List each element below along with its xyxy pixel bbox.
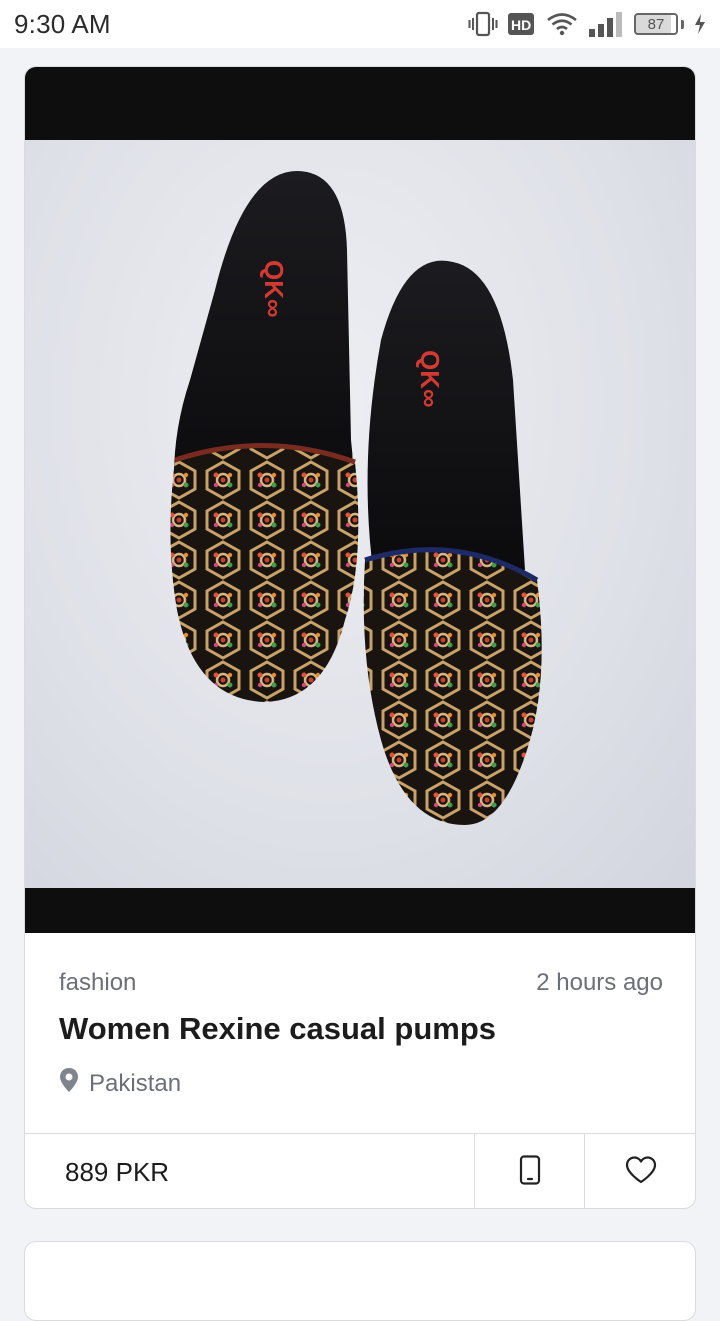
listing-price: 889 PKR [25,1134,475,1208]
vibrate-icon [468,11,498,37]
listing-time: 2 hours ago [536,969,663,996]
location-text: Pakistan [89,1069,182,1097]
hd-icon: HD [508,12,536,36]
listing-card[interactable]: QK∞ QK∞ fashion 2 hours ago Women Rexine… [24,66,696,1209]
battery-level: 87 [634,13,678,35]
wifi-icon [546,12,578,36]
favorite-button[interactable] [585,1134,695,1208]
product-image: QK∞ QK∞ [25,140,695,888]
listing-footer: 889 PKR [25,1133,695,1208]
listing-category: fashion [59,969,137,996]
signal-icon [588,11,624,37]
hd-text: HD [511,17,531,33]
listing-photo[interactable]: QK∞ QK∞ [25,67,695,933]
next-listing-card[interactable] [24,1241,696,1321]
charging-icon [694,14,706,34]
status-bar: 9:30 AM HD 87 [0,0,720,48]
price-text: 889 PKR [65,1156,170,1187]
listing-title[interactable]: Women Rexine casual pumps [59,1011,496,1047]
listing-location: Pakistan [59,1067,181,1100]
svg-text:QK∞: QK∞ [259,260,289,318]
battery-icon: 87 [634,13,684,35]
svg-text:QK∞: QK∞ [415,350,445,408]
status-icons: HD 87 [468,11,706,37]
phone-icon [519,1154,541,1190]
heart-icon [625,1155,657,1189]
left-shoe: QK∞ [170,170,359,702]
location-pin-icon [59,1067,79,1100]
call-button[interactable] [475,1134,585,1208]
listing-details: fashion 2 hours ago Women Rexine casual … [25,933,695,1133]
right-shoe: QK∞ [363,260,542,825]
status-time: 9:30 AM [14,8,111,39]
